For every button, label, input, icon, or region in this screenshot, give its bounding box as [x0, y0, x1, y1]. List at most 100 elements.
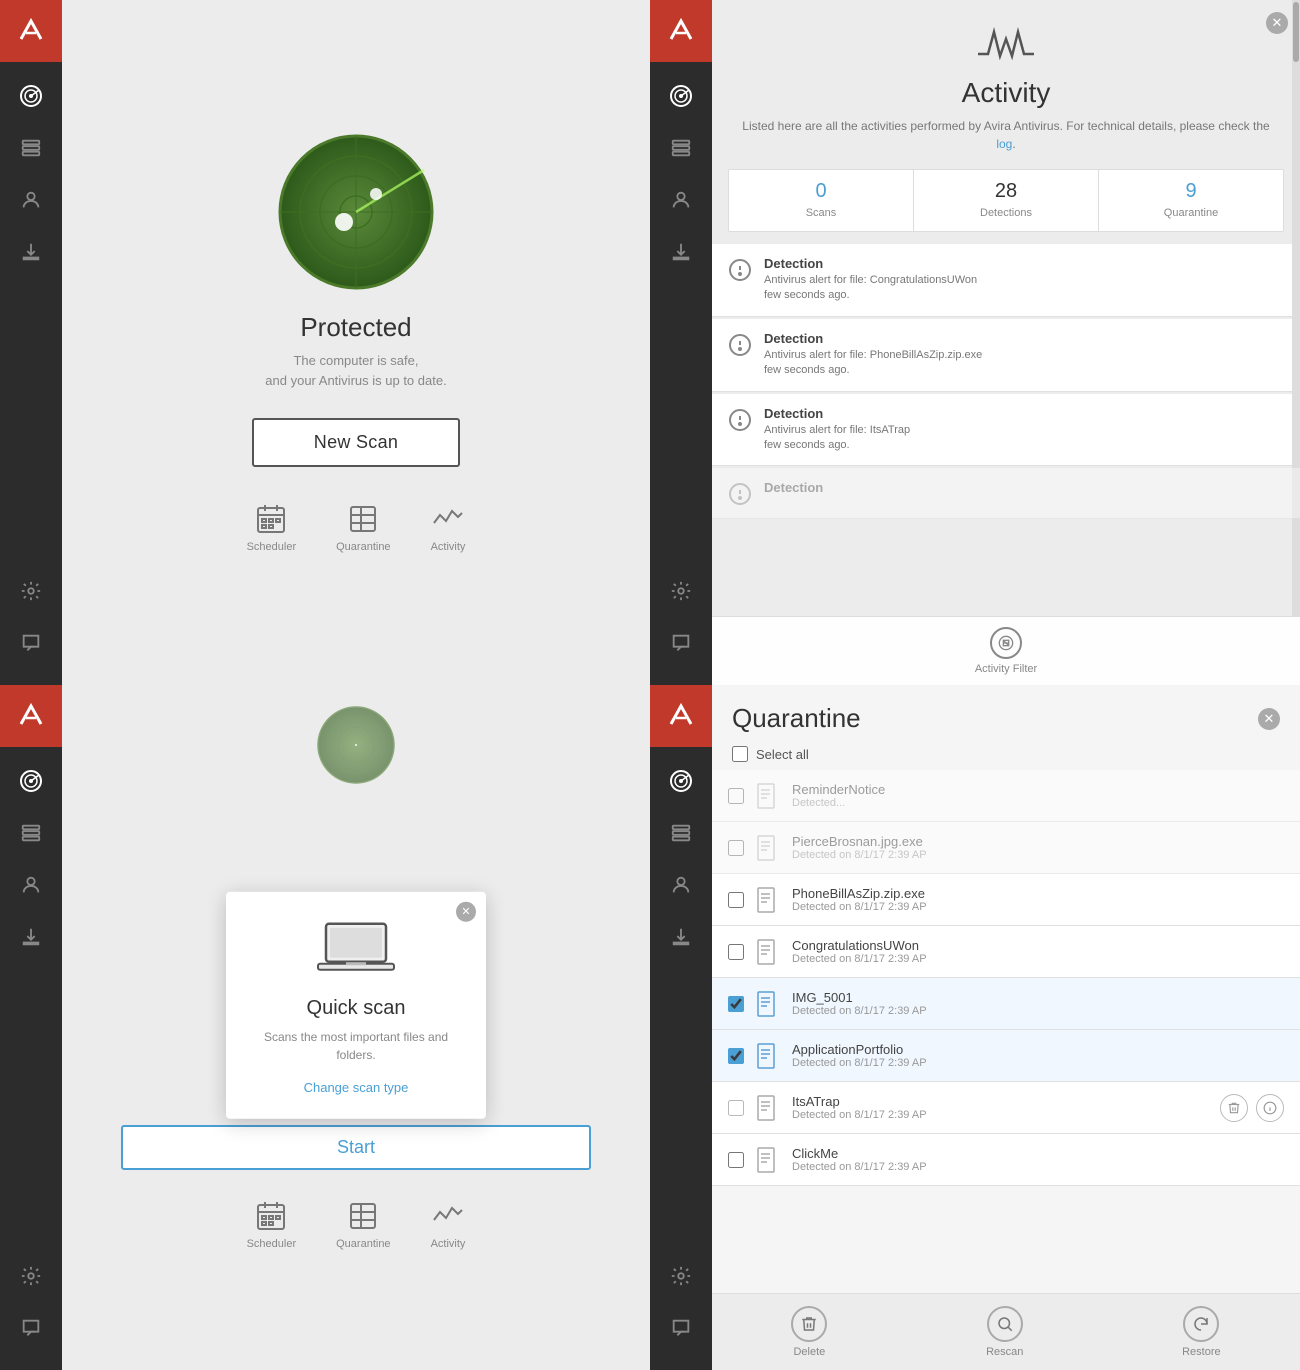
change-scan-type-link[interactable]: Change scan type: [258, 1079, 454, 1094]
q-checkbox-congratulationsuwon[interactable]: [728, 944, 744, 960]
sidebar-chat-icon[interactable]: [9, 621, 53, 665]
sidebar-group-icon[interactable]: [9, 126, 53, 170]
q-item-congratulationsuwon[interactable]: CongratulationsUWon Detected on 8/1/17 2…: [712, 926, 1300, 978]
scheduler-label: Scheduler: [247, 541, 297, 553]
q-info-btn-itsatrap[interactable]: [1256, 1094, 1284, 1122]
sidebar-download-icon-2[interactable]: [659, 230, 703, 274]
sidebar-user-icon-4[interactable]: [659, 863, 703, 907]
sidebar-gear-icon-4[interactable]: [659, 1254, 703, 1298]
q-checkbox-remindernotice[interactable]: [728, 788, 744, 804]
scheduler-nav-3[interactable]: Scheduler: [247, 1200, 297, 1250]
quarantine-label: Quarantine: [1164, 207, 1218, 219]
activity-nav[interactable]: Activity: [431, 503, 466, 553]
q-date-remindernotice: Detected...: [792, 797, 1284, 809]
filter-icon[interactable]: [990, 627, 1022, 659]
quarantine-title: Quarantine: [732, 703, 861, 734]
sidebar-gear-icon[interactable]: [9, 569, 53, 613]
q-item-phonebillaszip[interactable]: PhoneBillAsZip.zip.exe Detected on 8/1/1…: [712, 874, 1300, 926]
quarantine-nav-3[interactable]: Quarantine: [336, 1200, 390, 1250]
avira-logo-2[interactable]: [650, 0, 712, 62]
q-item-remindernotice[interactable]: ReminderNotice Detected...: [712, 770, 1300, 822]
sidebar-group-icon-4[interactable]: [659, 811, 703, 855]
stat-quarantine[interactable]: 9 Quarantine: [1099, 170, 1283, 231]
rescan-label: Rescan: [986, 1346, 1023, 1358]
detection-item-4[interactable]: Detection: [712, 468, 1300, 519]
detection-item-1[interactable]: Detection Antivirus alert for file: Cong…: [712, 244, 1300, 317]
quarantine-restore-action[interactable]: Restore: [1182, 1306, 1221, 1358]
quarantine-nav[interactable]: Quarantine: [336, 503, 390, 553]
q-item-img5001[interactable]: IMG_5001 Detected on 8/1/17 2:39 AP: [712, 978, 1300, 1030]
select-all-row: Select all: [712, 742, 1300, 770]
sidebar-download-icon[interactable]: [9, 230, 53, 274]
detection-item-2[interactable]: Detection Antivirus alert for file: Phon…: [712, 319, 1300, 392]
sidebar-gear-icon-2[interactable]: [659, 569, 703, 613]
sidebar-user-icon-3[interactable]: [9, 863, 53, 907]
q-date-itsatrap: Detected on 8/1/17 2:39 AP: [792, 1109, 1210, 1121]
quarantine-count: 9: [1107, 180, 1275, 203]
q-filename-piercebrosnan: PierceBrosnan.jpg.exe: [792, 834, 1284, 849]
sidebar-scan-icon-2[interactable]: [659, 74, 703, 118]
avira-logo-3[interactable]: [0, 685, 62, 747]
bottom-navigation-1: Scheduler Quarantine Activity: [247, 503, 466, 553]
sidebar-gear-icon-3[interactable]: [9, 1254, 53, 1298]
sidebar-chat-icon-3[interactable]: [9, 1306, 53, 1350]
quarantine-label: Quarantine: [336, 541, 390, 553]
sidebar-user-icon-2[interactable]: [659, 178, 703, 222]
detection-warning-icon-4: [728, 482, 752, 506]
avira-logo[interactable]: [0, 0, 62, 62]
q-fileinfo-clickme: ClickMe Detected on 8/1/17 2:39 AP: [792, 1146, 1284, 1173]
q-checkbox-img5001[interactable]: [728, 996, 744, 1012]
sidebar-user-icon[interactable]: [9, 178, 53, 222]
detection-warning-icon-1: [728, 258, 752, 282]
scheduler-label-3: Scheduler: [247, 1238, 297, 1250]
quick-scan-close-button[interactable]: ✕: [456, 901, 476, 921]
sidebar-scan-icon-4[interactable]: [659, 759, 703, 803]
activity-close-button[interactable]: ✕: [1266, 12, 1288, 34]
q-fileinfo-applicationportfolio: ApplicationPortfolio Detected on 8/1/17 …: [792, 1042, 1284, 1069]
detections-count: 28: [922, 180, 1090, 203]
stat-scans[interactable]: 0 Scans: [729, 170, 914, 231]
stat-detections[interactable]: 28 Detections: [914, 170, 1099, 231]
q-date-congratulationsuwon: Detected on 8/1/17 2:39 AP: [792, 953, 1284, 965]
activity-scrollbar[interactable]: [1292, 0, 1300, 685]
quarantine-delete-action[interactable]: Delete: [791, 1306, 827, 1358]
protected-description: The computer is safe, and your Antivirus…: [265, 351, 446, 390]
quick-scan-main: ✕ Quick scan Scans the most important fi…: [62, 685, 650, 1370]
detection-warning-icon-3: [728, 408, 752, 432]
sidebar-bottom-2: [659, 569, 703, 685]
activity-filter-bar: Activity Filter: [712, 616, 1300, 685]
sidebar-scan-icon[interactable]: [9, 74, 53, 118]
new-scan-button[interactable]: New Scan: [252, 418, 460, 467]
q-item-itsatrap[interactable]: ItsATrap Detected on 8/1/17 2:39 AP: [712, 1082, 1300, 1134]
q-date-applicationportfolio: Detected on 8/1/17 2:39 AP: [792, 1057, 1284, 1069]
q-checkbox-clickme[interactable]: [728, 1152, 744, 1168]
q-checkbox-itsatrap[interactable]: [728, 1100, 744, 1116]
q-delete-btn-itsatrap[interactable]: [1220, 1094, 1248, 1122]
q-item-clickme[interactable]: ClickMe Detected on 8/1/17 2:39 AP: [712, 1134, 1300, 1186]
scheduler-nav[interactable]: Scheduler: [247, 503, 297, 553]
sidebar-bottom-4: [659, 1254, 703, 1370]
sidebar-chat-icon-2[interactable]: [659, 621, 703, 665]
detection-item-3[interactable]: Detection Antivirus alert for file: ItsA…: [712, 394, 1300, 467]
quarantine-close-button[interactable]: ✕: [1258, 708, 1280, 730]
select-all-checkbox[interactable]: [732, 746, 748, 762]
avira-logo-4[interactable]: [650, 685, 712, 747]
sidebar-scan-icon-3[interactable]: [9, 759, 53, 803]
detection-title-3: Detection: [764, 406, 910, 421]
sidebar-download-icon-4[interactable]: [659, 915, 703, 959]
q-checkbox-phonebillaszip[interactable]: [728, 892, 744, 908]
sidebar-download-icon-3[interactable]: [9, 915, 53, 959]
start-scan-button[interactable]: Start: [121, 1125, 591, 1170]
q-checkbox-piercebrosnan[interactable]: [728, 840, 744, 856]
activity-log-link[interactable]: log: [996, 137, 1012, 151]
activity-nav-3[interactable]: Activity: [431, 1200, 466, 1250]
q-item-piercebrosnan[interactable]: PierceBrosnan.jpg.exe Detected on 8/1/17…: [712, 822, 1300, 874]
activity-title: Activity: [732, 77, 1280, 109]
q-item-applicationportfolio[interactable]: ApplicationPortfolio Detected on 8/1/17 …: [712, 1030, 1300, 1082]
sidebar-group-icon-2[interactable]: [659, 126, 703, 170]
sidebar-group-icon-3[interactable]: [9, 811, 53, 855]
sidebar-chat-icon-4[interactable]: [659, 1306, 703, 1350]
q-checkbox-applicationportfolio[interactable]: [728, 1048, 744, 1064]
protected-status: Protected: [300, 312, 411, 343]
quarantine-rescan-action[interactable]: Rescan: [986, 1306, 1023, 1358]
